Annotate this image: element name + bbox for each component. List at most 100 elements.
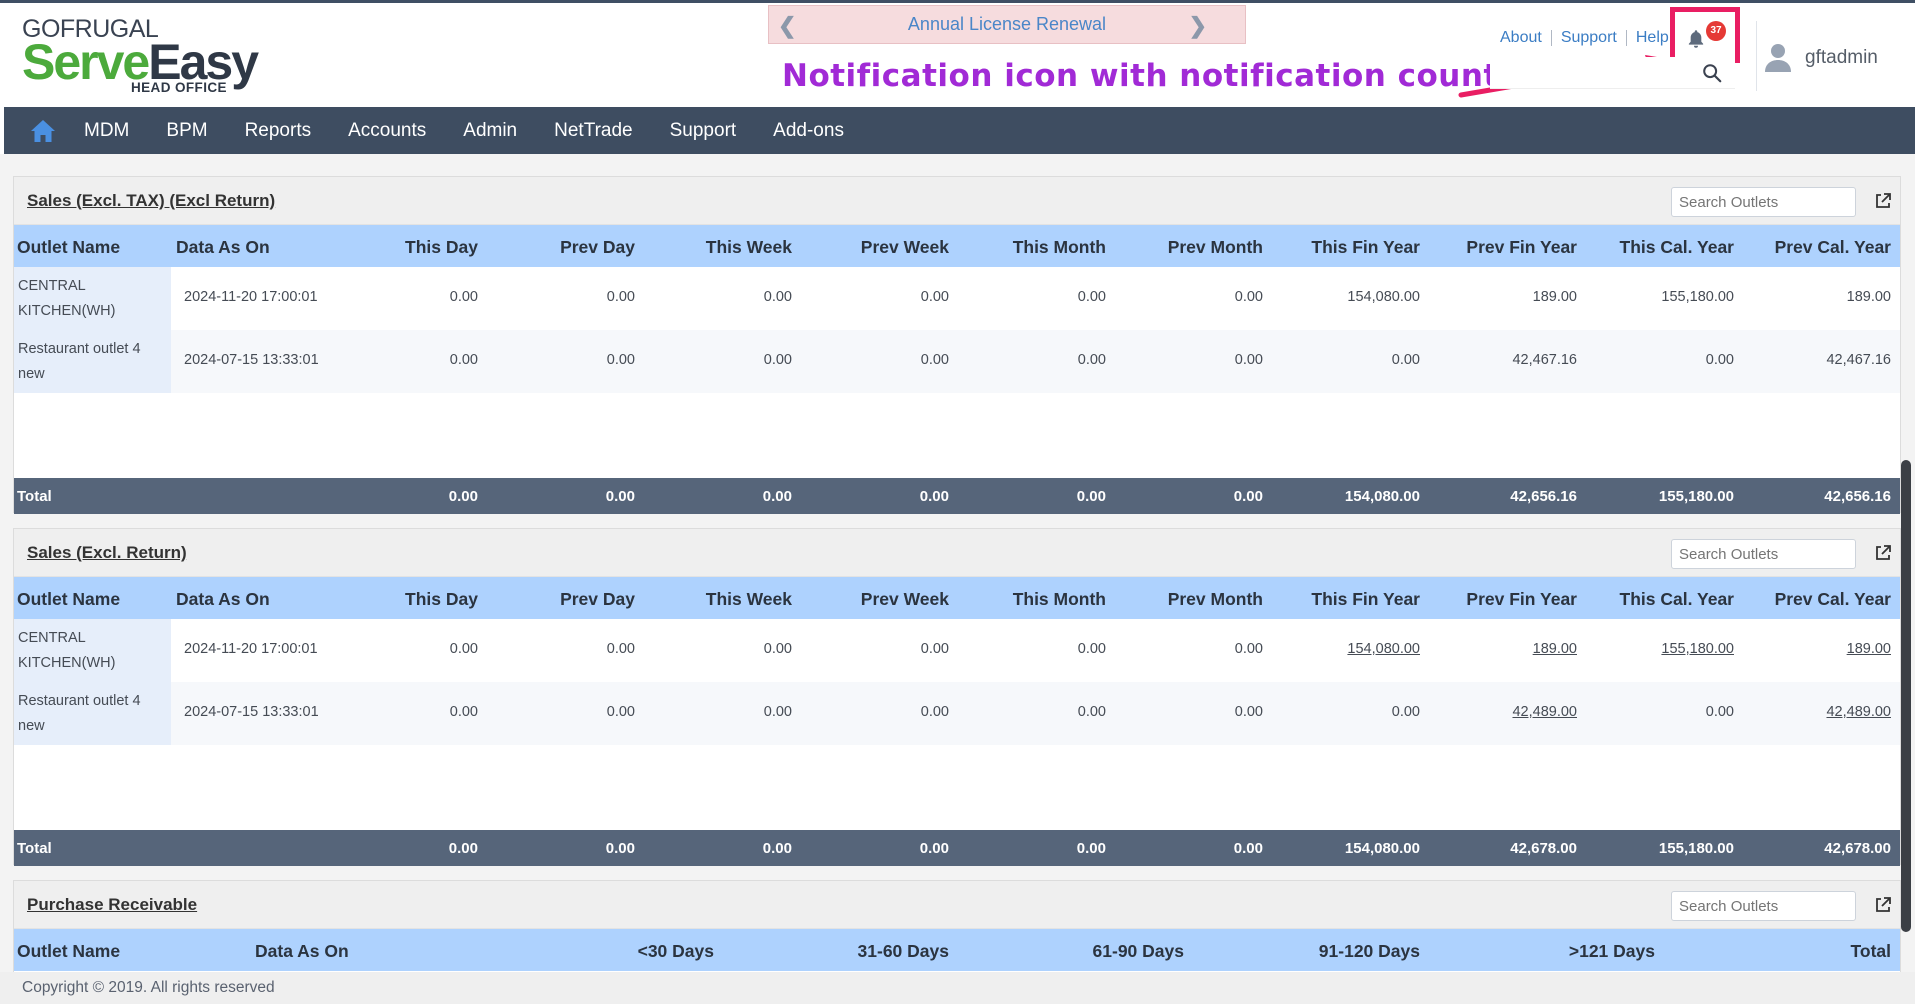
about-link[interactable]: About (1500, 29, 1542, 47)
col-prev-day[interactable]: Prev Day (560, 237, 635, 258)
col-prev-month[interactable]: Prev Month (1168, 237, 1263, 258)
notification-button[interactable]: 37 (1670, 7, 1740, 63)
bell-icon[interactable] (1685, 28, 1707, 50)
col-this-month[interactable]: This Month (1013, 589, 1106, 610)
total-value: 42,656.16 (1510, 488, 1577, 505)
col-outlet-name[interactable]: Outlet Name (17, 237, 120, 258)
external-link-icon[interactable] (1874, 192, 1892, 210)
value-link[interactable]: 154,080.00 (1347, 641, 1420, 657)
value-link[interactable]: 42,489.00 (1826, 704, 1891, 720)
col-outlet-name[interactable]: Outlet Name (17, 941, 120, 962)
support-link[interactable]: Support (1561, 29, 1617, 47)
col-prev-fin-year[interactable]: Prev Fin Year (1466, 589, 1577, 610)
col-outlet-name[interactable]: Outlet Name (17, 589, 120, 610)
value-cell: 0.00 (1077, 352, 1106, 368)
nav-item-reports[interactable]: Reports (245, 120, 312, 142)
search-outlets-input[interactable] (1671, 187, 1856, 217)
col-this-day[interactable]: This Day (405, 237, 478, 258)
chevron-right-icon[interactable]: ❯ (1189, 13, 1207, 39)
value-cell: 155,180.00 (1661, 289, 1734, 305)
panel-header: Sales (Excl. Return) (14, 529, 1900, 577)
top-links: About Support Help (1500, 29, 1669, 47)
col-61-90-days[interactable]: 61-90 Days (1093, 941, 1184, 962)
col-total[interactable]: Total (1850, 941, 1891, 962)
data-as-on-cell: 2024-11-20 17:00:01 (184, 641, 318, 657)
col-this-week[interactable]: This Week (706, 237, 792, 258)
logo-serve-text: Serve (22, 34, 150, 90)
home-icon[interactable] (29, 117, 57, 145)
col-prev-week[interactable]: Prev Week (861, 237, 949, 258)
col-this-cal-year[interactable]: This Cal. Year (1620, 589, 1734, 610)
table-row[interactable]: CENTRAL KITCHEN(WH) 2024-11-20 17:00:01 … (14, 619, 1900, 682)
table-row[interactable]: Restaurant outlet 4 new 2024-07-15 13:33… (14, 330, 1900, 393)
dashboard-content: Sales (Excl. TAX) (Excl Return) Outlet N… (0, 154, 1915, 972)
col-prev-day[interactable]: Prev Day (560, 589, 635, 610)
col-data-as-on[interactable]: Data As On (176, 589, 270, 610)
panel-title[interactable]: Purchase Receivable (27, 895, 197, 915)
help-link[interactable]: Help (1636, 29, 1669, 47)
value-cell: 0.00 (449, 289, 478, 305)
nav-item-bpm[interactable]: BPM (166, 120, 207, 142)
value-link[interactable]: 155,180.00 (1661, 641, 1734, 657)
col-31-60-days[interactable]: 31-60 Days (858, 941, 949, 962)
panel-header: Purchase Receivable (14, 881, 1900, 929)
col-data-as-on[interactable]: Data As On (255, 941, 349, 962)
col-prev-week[interactable]: Prev Week (861, 589, 949, 610)
panel-title[interactable]: Sales (Excl. TAX) (Excl Return) (27, 191, 275, 211)
total-value: 0.00 (1233, 840, 1263, 857)
serveeasy-logo[interactable]: GOFRUGAL ServeEasy HEAD OFFICE (22, 17, 259, 96)
nav-item-nettrade[interactable]: NetTrade (554, 120, 633, 142)
notification-count-badge: 37 (1706, 21, 1726, 41)
col-this-fin-year[interactable]: This Fin Year (1311, 589, 1420, 610)
panel-title[interactable]: Sales (Excl. Return) (27, 543, 187, 563)
table-row[interactable]: Restaurant outlet 4 new 2024-07-15 13:33… (14, 682, 1900, 745)
col-prev-fin-year[interactable]: Prev Fin Year (1466, 237, 1577, 258)
value-link[interactable]: 189.00 (1533, 641, 1577, 657)
chevron-left-icon[interactable]: ❮ (778, 13, 796, 39)
user-name[interactable]: gftadmin (1805, 47, 1878, 69)
total-value: 42,678.00 (1510, 840, 1577, 857)
search-icon[interactable] (1701, 62, 1723, 84)
external-link-icon[interactable] (1874, 896, 1892, 914)
nav-item-mdm[interactable]: MDM (84, 120, 129, 142)
col-this-cal-year[interactable]: This Cal. Year (1620, 237, 1734, 258)
global-search[interactable] (1490, 57, 1735, 89)
col-under-30-days[interactable]: <30 Days (638, 941, 714, 962)
value-cell: 0.00 (1077, 289, 1106, 305)
table-row[interactable]: CENTRAL KITCHEN(WH) 2024-11-20 17:00:01 … (14, 267, 1900, 330)
value-cell: 0.00 (449, 352, 478, 368)
page-scrollbar[interactable] (1901, 460, 1911, 932)
value-cell: 0.00 (920, 289, 949, 305)
license-renewal-text[interactable]: Annual License Renewal (908, 14, 1106, 35)
col-this-fin-year[interactable]: This Fin Year (1311, 237, 1420, 258)
col-this-day[interactable]: This Day (405, 589, 478, 610)
value-cell: 0.00 (606, 641, 635, 657)
license-renewal-banner[interactable]: ❮ Annual License Renewal ❯ (768, 5, 1246, 44)
search-outlets-input[interactable] (1671, 539, 1856, 569)
col-prev-month[interactable]: Prev Month (1168, 589, 1263, 610)
divider (1756, 21, 1757, 91)
total-value: 0.00 (1076, 488, 1106, 505)
user-avatar-icon[interactable] (1764, 41, 1792, 73)
nav-item-admin[interactable]: Admin (463, 120, 517, 142)
value-cell: 0.00 (1391, 704, 1420, 720)
col-this-week[interactable]: This Week (706, 589, 792, 610)
nav-item-accounts[interactable]: Accounts (348, 120, 426, 142)
value-link[interactable]: 42,489.00 (1512, 704, 1577, 720)
col-over-121-days[interactable]: >121 Days (1569, 941, 1655, 962)
table-header: Outlet Name Data As On This Day Prev Day… (14, 577, 1900, 619)
col-this-month[interactable]: This Month (1013, 237, 1106, 258)
nav-item-addons[interactable]: Add-ons (773, 120, 844, 142)
col-prev-cal-year[interactable]: Prev Cal. Year (1775, 589, 1891, 610)
value-cell: 189.00 (1846, 289, 1891, 305)
col-prev-cal-year[interactable]: Prev Cal. Year (1775, 237, 1891, 258)
value-link[interactable]: 189.00 (1847, 641, 1891, 657)
header: GOFRUGAL ServeEasy HEAD OFFICE ❮ Annual … (0, 0, 1915, 107)
search-outlets-input[interactable] (1671, 891, 1856, 921)
col-data-as-on[interactable]: Data As On (176, 237, 270, 258)
nav-item-support[interactable]: Support (670, 120, 737, 142)
col-91-120-days[interactable]: 91-120 Days (1319, 941, 1420, 962)
external-link-icon[interactable] (1874, 544, 1892, 562)
logo-sub-text: HEAD OFFICE (131, 80, 227, 95)
data-as-on-cell: 2024-11-20 17:00:01 (184, 289, 318, 305)
